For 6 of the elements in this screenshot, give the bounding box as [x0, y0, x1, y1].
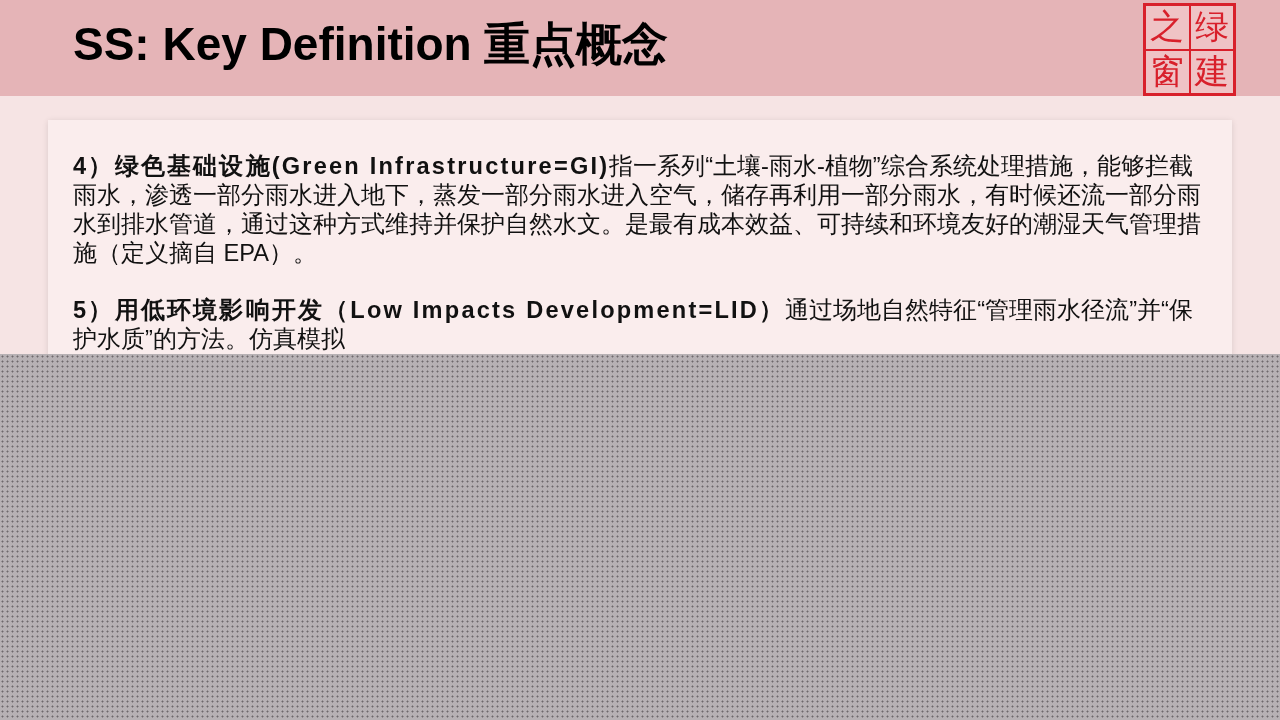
logo-character: 建 [1194, 54, 1229, 89]
definition-paragraph: 4）绿色基础设施(Green Infrastructure=GI)指一系列“土壤-雨水-植物”综合系统处理措施，能够拦截雨水，渗透一部分雨水进入地下，蒸发一部分雨水进入空气，储存再利用一部分雨水，有时候还流一部分雨水到排水管道，通过这种方式维持并保护自然水文。是最有成本效益、可持续和环境友好的潮湿天气管理措施（定义摘自 EPA）。 [73, 152, 1202, 268]
logo-character: 之 [1150, 10, 1185, 45]
logo-character: 窗 [1150, 54, 1185, 89]
definition-paragraph: 5）用低环境影响开发（Low Impacts Development=LID）通过场地自然特征“管理雨水径流”并“保护水质”的方法。仿真模拟 [73, 296, 1194, 354]
logo-character: 绿 [1194, 10, 1229, 45]
